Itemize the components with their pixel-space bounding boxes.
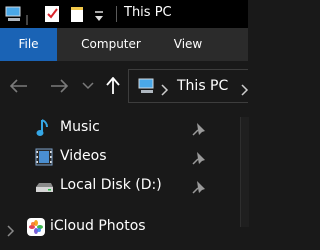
nav-item-music[interactable]: Music bbox=[0, 115, 236, 141]
recent-locations-button[interactable] bbox=[80, 75, 96, 97]
tab-file[interactable]: File bbox=[0, 28, 57, 61]
expand-chevron-icon[interactable] bbox=[7, 222, 15, 241]
computer-icon bbox=[137, 76, 157, 100]
title-bar: This PC bbox=[0, 0, 248, 28]
nav-item-label: iCloud Photos bbox=[50, 218, 146, 234]
new-folder-icon[interactable] bbox=[68, 4, 88, 28]
properties-icon[interactable] bbox=[42, 4, 62, 28]
address-path: This PC bbox=[177, 78, 229, 94]
up-button[interactable] bbox=[104, 75, 122, 97]
address-bar[interactable]: This PC bbox=[128, 69, 249, 103]
nav-item-label: Music bbox=[60, 119, 100, 135]
chevron-right-icon[interactable] bbox=[241, 81, 249, 100]
computer-icon[interactable] bbox=[4, 4, 24, 28]
pin-icon[interactable] bbox=[192, 179, 206, 194]
vertical-scrollbar[interactable] bbox=[238, 111, 249, 250]
title-separator bbox=[116, 6, 117, 22]
pin-icon[interactable] bbox=[192, 121, 206, 136]
quick-access-separator bbox=[26, 10, 32, 29]
music-icon bbox=[34, 118, 54, 138]
back-button[interactable] bbox=[8, 75, 30, 97]
chevron-right-icon[interactable] bbox=[161, 81, 169, 100]
nav-item-label: Local Disk (D:) bbox=[60, 177, 162, 193]
icloud-photos-icon bbox=[26, 217, 46, 237]
pin-icon[interactable] bbox=[192, 150, 206, 165]
nav-item-videos[interactable]: Videos bbox=[0, 144, 236, 170]
ribbon-tabs: File Computer View bbox=[0, 28, 248, 61]
nav-item-local-disk-d[interactable]: Local Disk (D:) bbox=[0, 173, 236, 199]
scroll-thumb[interactable] bbox=[240, 117, 249, 227]
nav-item-icloud-photos[interactable]: iCloud Photos bbox=[0, 214, 236, 240]
drive-icon bbox=[34, 176, 54, 196]
navigation-pane: Music Videos Local Disk (D:) iCloud Phot… bbox=[0, 111, 248, 250]
tab-view[interactable]: View bbox=[165, 28, 211, 61]
window-title: This PC bbox=[124, 5, 172, 20]
customize-quick-access-icon[interactable] bbox=[94, 8, 104, 27]
videos-icon bbox=[34, 147, 54, 167]
nav-item-label: Videos bbox=[60, 148, 107, 164]
tab-computer[interactable]: Computer bbox=[70, 28, 152, 61]
forward-button[interactable] bbox=[48, 75, 70, 97]
